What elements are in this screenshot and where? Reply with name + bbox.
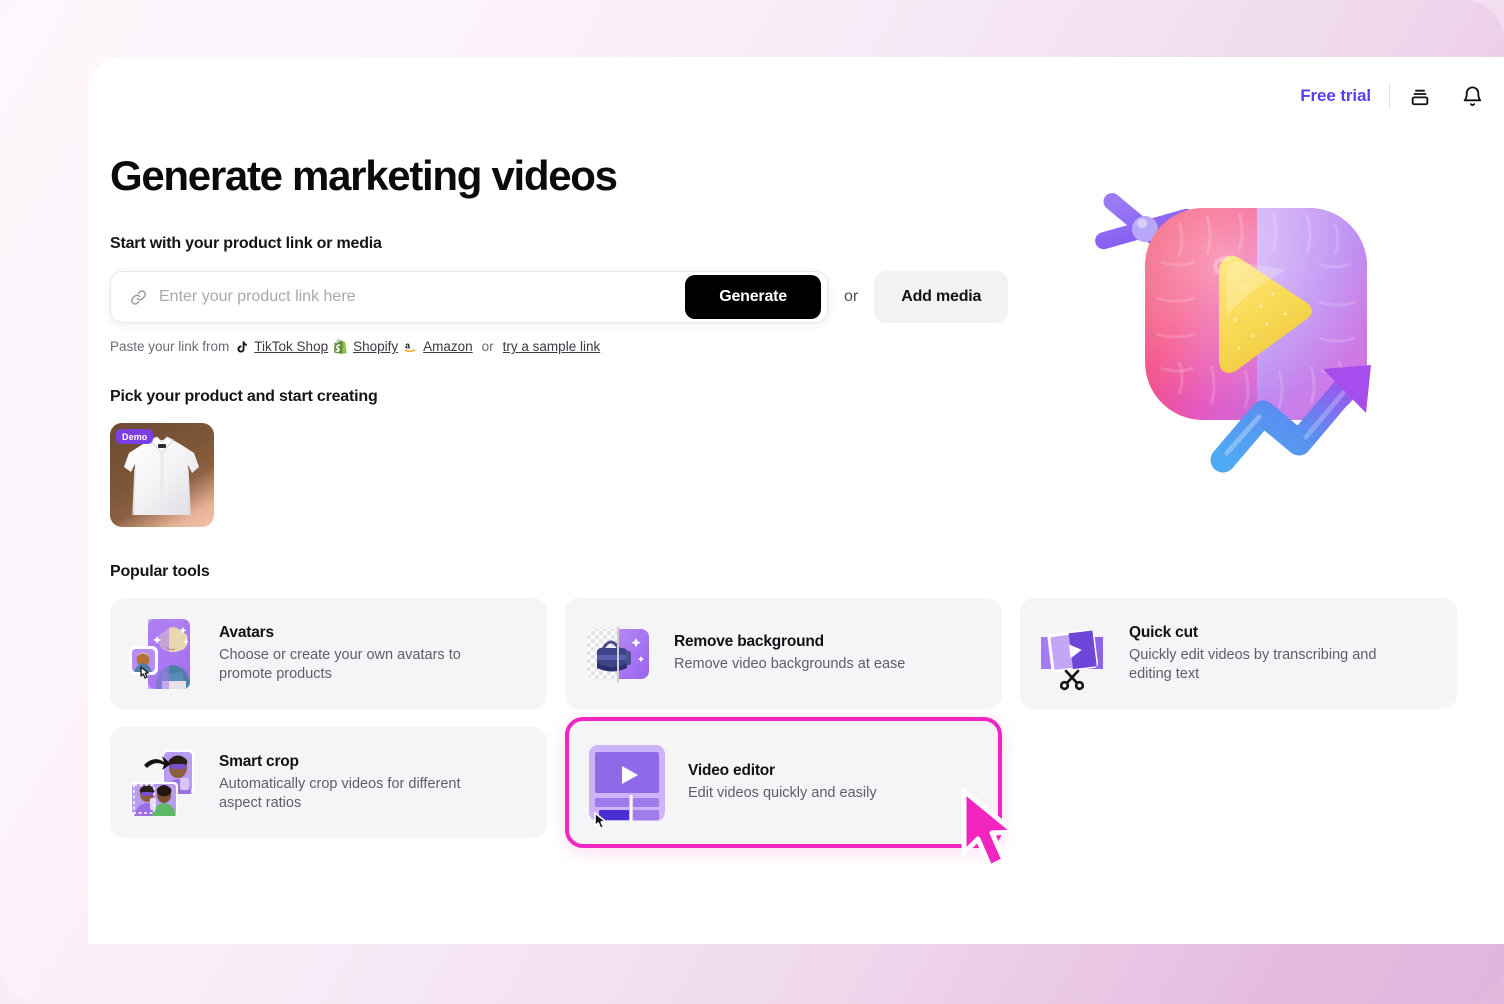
generate-button[interactable]: Generate (685, 275, 821, 320)
or-separator: or (844, 288, 859, 306)
video-editor-art-icon (587, 739, 671, 830)
link-icon (129, 288, 148, 307)
top-header: Free trial (1282, 57, 1504, 135)
tool-desc: Remove video backgrounds at ease (674, 656, 906, 673)
shopify-icon (334, 339, 347, 355)
add-media-button[interactable]: Add media (874, 271, 1009, 324)
tool-card-video-editor[interactable]: Video editor Edit videos quickly and eas… (565, 717, 1017, 870)
tool-desc: Edit videos quickly and easily (688, 785, 877, 802)
tools-grid: Avatars Choose or create your own avatar… (110, 598, 1500, 870)
tools-section-label: Popular tools (110, 563, 210, 581)
smart-crop-art-icon (128, 744, 202, 822)
tool-text-video-editor: Video editor Edit videos quickly and eas… (688, 762, 877, 803)
bell-icon[interactable] (1450, 74, 1494, 118)
svg-text:a: a (405, 341, 410, 351)
tool-desc: Automatically crop videos for different … (219, 775, 461, 811)
source-tiktok[interactable]: TikTok Shop (235, 339, 328, 354)
link-input-shell[interactable]: Generate (110, 271, 828, 324)
tool-card-quick-cut[interactable]: Quick cut Quickly edit videos by transcr… (1020, 598, 1457, 710)
product-thumbnail[interactable]: Demo (110, 423, 214, 528)
source-tiktok-label[interactable]: TikTok Shop (254, 339, 328, 354)
paste-from-label: Paste your link from (110, 339, 230, 355)
try-sample-link[interactable]: try a sample link (503, 339, 601, 354)
tool-card-remove-background[interactable]: Remove background Remove video backgroun… (565, 598, 1002, 710)
header-divider (1389, 83, 1390, 109)
tool-desc: Quickly edit videos by transcribing and … (1129, 646, 1377, 682)
quick-cut-art-icon (1038, 615, 1112, 693)
tool-title: Smart crop (219, 752, 299, 770)
layers-icon[interactable] (1398, 74, 1442, 118)
source-amazon-label[interactable]: Amazon (423, 339, 473, 354)
app-root: Free trial Generate marketing videos Sta… (0, 0, 1504, 1004)
free-trial-link[interactable]: Free trial (1282, 86, 1389, 106)
tool-title: Avatars (219, 623, 274, 641)
avatars-art-icon (128, 615, 202, 693)
tool-card-avatars[interactable]: Avatars Choose or create your own avatar… (110, 598, 547, 710)
tool-text-smart-crop: Smart crop Automatically crop videos for… (219, 753, 504, 813)
hero-3d-play-illustration (1083, 167, 1413, 507)
tiktok-icon (237, 340, 248, 353)
product-link-input[interactable] (159, 274, 686, 321)
tool-desc: Choose or create your own avatars to pro… (219, 646, 461, 682)
main-card: Free trial Generate marketing videos Sta… (88, 57, 1504, 944)
source-shopify[interactable]: Shopify (334, 339, 398, 355)
tool-title: Video editor (688, 762, 775, 780)
amazon-icon: a (404, 341, 416, 353)
demo-badge: Demo (116, 429, 154, 445)
source-shopify-label[interactable]: Shopify (353, 339, 398, 354)
paste-or-separator: or (481, 339, 494, 355)
tool-text-remove-background: Remove background Remove video backgroun… (674, 633, 905, 674)
tool-card-smart-crop[interactable]: Smart crop Automatically crop videos for… (110, 727, 547, 839)
tool-text-quick-cut: Quick cut Quickly edit videos by transcr… (1129, 624, 1414, 684)
shirt-image (124, 436, 199, 516)
tool-text-avatars: Avatars Choose or create your own avatar… (219, 624, 504, 684)
tool-title: Quick cut (1129, 623, 1198, 641)
source-amazon[interactable]: a Amazon (404, 339, 473, 354)
remove-bg-art-icon (583, 615, 657, 693)
tool-title: Remove background (674, 633, 824, 651)
mouse-cursor-pointer (956, 787, 1022, 878)
